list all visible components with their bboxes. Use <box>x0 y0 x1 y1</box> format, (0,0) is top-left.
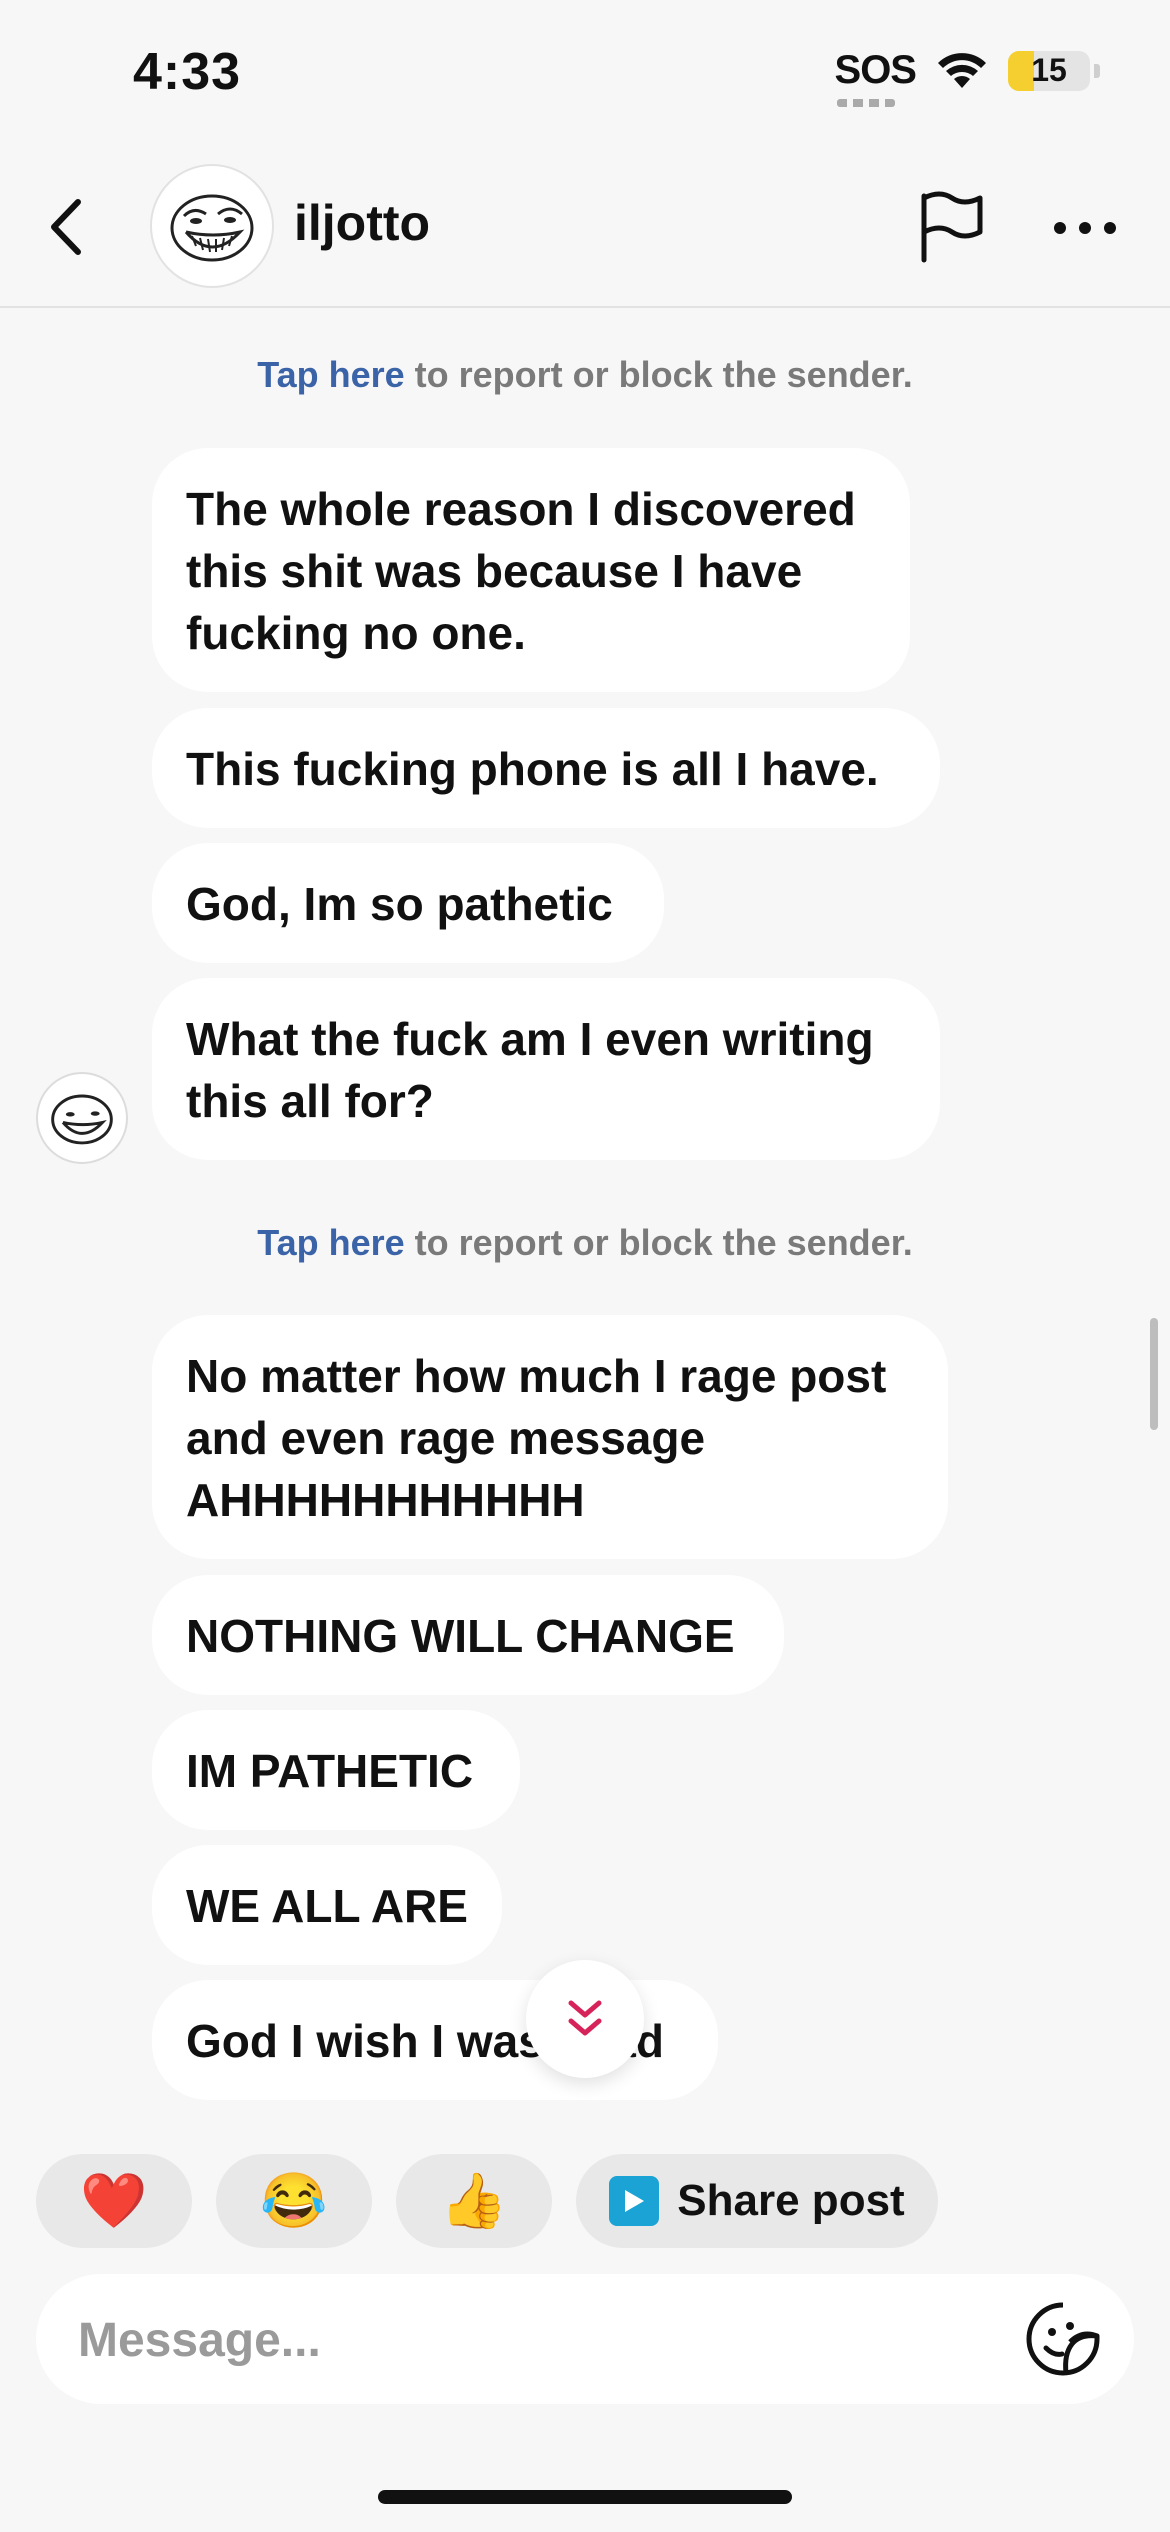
share-post-button[interactable]: Share post <box>576 2154 938 2248</box>
sticker-icon <box>1026 2302 1100 2376</box>
message-composer <box>36 2274 1134 2404</box>
battery-tip <box>1094 63 1100 78</box>
report-notice-text: to report or block the sender. <box>404 1222 913 1263</box>
message-bubble[interactable]: NOTHING WILL CHANGE <box>152 1575 784 1695</box>
chat-username[interactable]: iljotto <box>294 194 430 252</box>
report-notice-text: to report or block the sender. <box>404 354 913 395</box>
thumbs-up-icon: 👍 <box>440 2170 508 2231</box>
scrollbar[interactable] <box>1150 1318 1158 1430</box>
report-notice: Tap here to report or block the sender. <box>0 1222 1170 1264</box>
laugh-reaction-button[interactable]: 😂 <box>216 2154 372 2248</box>
message-bubble[interactable]: This fucking phone is all I have. <box>152 708 940 828</box>
thumbs-up-reaction-button[interactable]: 👍 <box>396 2154 552 2248</box>
message-bubble[interactable]: The whole reason I discovered this shit … <box>152 448 910 692</box>
flag-icon <box>921 191 983 263</box>
report-notice: Tap here to report or block the sender. <box>0 354 1170 396</box>
wifi-icon <box>938 52 986 88</box>
battery-indicator: 15 <box>1008 50 1090 91</box>
heart-reaction-button[interactable]: ❤️ <box>36 2154 192 2248</box>
message-bubble[interactable]: God, Im so pathetic <box>152 843 664 963</box>
signal-dots <box>836 99 895 107</box>
report-link[interactable]: Tap here <box>257 1222 404 1263</box>
troll-face-icon <box>170 194 254 262</box>
avatar[interactable] <box>150 164 274 288</box>
message-bubble[interactable]: IM PATHETIC <box>152 1710 520 1830</box>
back-button[interactable] <box>40 192 100 262</box>
message-input[interactable] <box>76 2302 980 2378</box>
chevron-left-icon <box>51 199 81 255</box>
play-icon <box>609 2176 660 2226</box>
message-bubble[interactable]: What the fuck am I even writing this all… <box>152 978 940 1160</box>
heart-icon: ❤️ <box>80 2170 148 2231</box>
share-post-label: Share post <box>677 2176 905 2225</box>
status-time: 4:33 <box>133 43 242 101</box>
troll-face-icon <box>51 1094 113 1145</box>
more-options-button[interactable] <box>1046 198 1124 258</box>
sender-avatar[interactable] <box>36 1072 128 1164</box>
message-bubble[interactable]: WE ALL ARE <box>152 1845 502 1965</box>
sticker-button[interactable] <box>1024 2300 1102 2378</box>
sos-label: SOS <box>834 48 917 92</box>
report-link[interactable]: Tap here <box>257 354 404 395</box>
more-horizontal-icon <box>1054 222 1116 234</box>
status-icons: SOS 15 <box>834 48 1100 107</box>
scroll-to-bottom-button[interactable] <box>526 1960 644 2078</box>
double-chevron-down-icon <box>568 2000 602 2036</box>
message-bubble[interactable]: No matter how much I rage post and even … <box>152 1315 948 1559</box>
chat-header: iljotto <box>0 150 1170 308</box>
sos-indicator: SOS <box>834 48 917 107</box>
laughing-emoji-icon: 😂 <box>260 2170 328 2231</box>
report-button[interactable] <box>914 188 990 264</box>
home-indicator[interactable] <box>378 2490 792 2504</box>
battery-level: 15 <box>1031 52 1067 88</box>
